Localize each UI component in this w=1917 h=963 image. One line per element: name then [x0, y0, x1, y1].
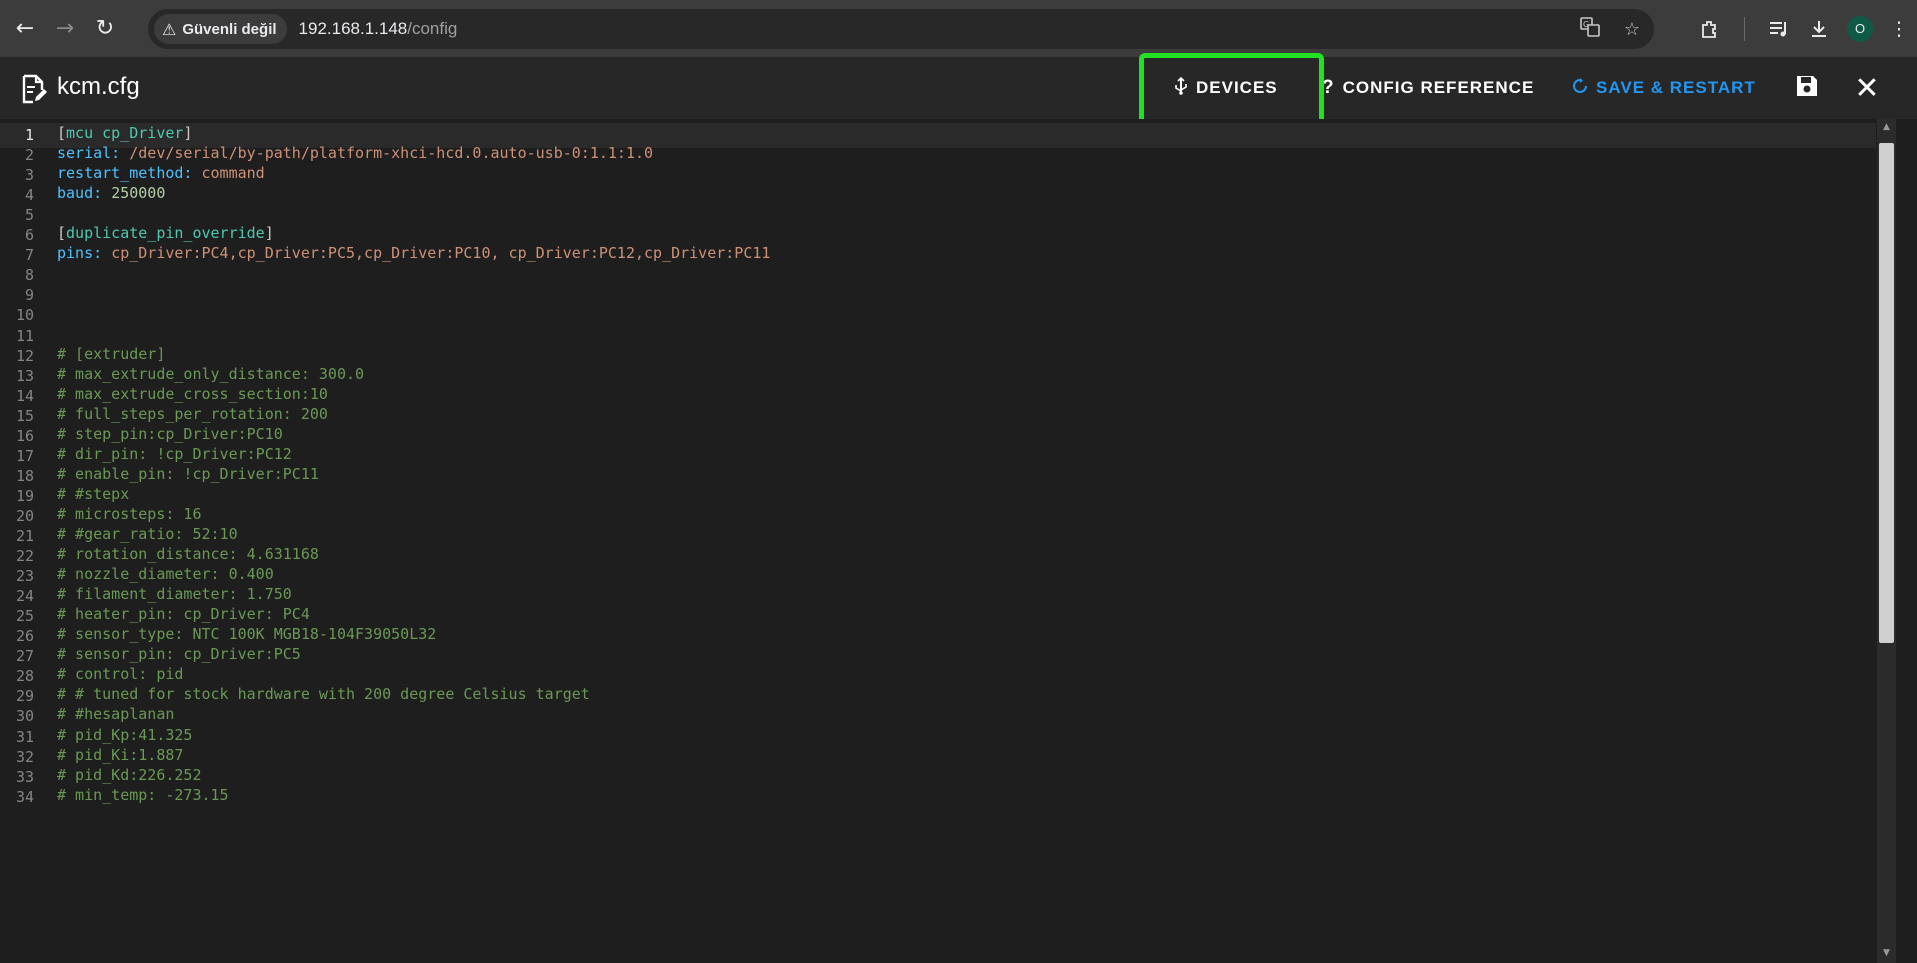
- address-bar[interactable]: ⚠ Güvenli değil 192.168.1.148/config G ☆: [148, 9, 1654, 49]
- security-label: Güvenli değil: [182, 20, 277, 38]
- browser-toolbar: ← → ↻ ⚠ Güvenli değil 192.168.1.148/conf…: [0, 0, 1917, 57]
- line-number-gutter: 1 2 3 4 5 6 7 8 9 10 11 12 13 14 15 16 17 18 19 20 21 22 23 24 2…: [0, 119, 48, 963]
- code-token: baud:: [57, 184, 112, 203]
- extensions-icon[interactable]: [1690, 19, 1730, 39]
- code-token: [: [57, 224, 67, 243]
- security-chip[interactable]: ⚠ Güvenli değil: [154, 14, 287, 44]
- code-token: # heater_pin: cp_Driver: PC4: [57, 605, 310, 624]
- code-token: # control: pid: [57, 665, 184, 684]
- code-token: # pid_Kd:226.252: [57, 765, 202, 784]
- code-token: # # tuned for stock hardware with 200 de…: [57, 685, 590, 704]
- code-token: # pid_Ki:1.887: [57, 745, 184, 764]
- close-icon: ✕: [1854, 70, 1880, 106]
- code-token: # #stepx: [57, 484, 130, 503]
- code-token: # #hesaplanan: [57, 705, 175, 724]
- code-token: # nozzle_diameter: 0.400: [57, 565, 274, 584]
- code-editor[interactable]: 1 2 3 4 5 6 7 8 9 10 11 12 13 14 15 16 17 18 19 20 21 22 23 24 2…: [0, 119, 1917, 963]
- media-queue-icon[interactable]: [1759, 20, 1799, 38]
- code-token: # filament_diameter: 1.750: [57, 585, 292, 604]
- url-text[interactable]: 192.168.1.148/config: [299, 19, 458, 39]
- menu-kebab-icon[interactable]: ⋮: [1881, 18, 1917, 40]
- scroll-up-arrow[interactable]: ▲: [1879, 122, 1894, 134]
- translate-icon[interactable]: G: [1580, 16, 1600, 42]
- code-token: duplicate_pin_override: [66, 224, 265, 243]
- code-token: # pid_Kp:41.325: [57, 725, 193, 744]
- back-button[interactable]: ←: [5, 9, 45, 49]
- devices-button[interactable]: DEVICES: [1174, 57, 1278, 119]
- scrollbar-thumb[interactable]: [1879, 143, 1894, 643]
- file-name: kcm.cfg: [57, 73, 140, 100]
- scroll-down-arrow[interactable]: ▼: [1879, 948, 1894, 960]
- url-path: /config: [407, 19, 458, 38]
- bookmark-star-icon[interactable]: ☆: [1624, 19, 1640, 40]
- config-reference-button[interactable]: ? CONFIG REFERENCE: [1322, 57, 1534, 119]
- code-token: /dev/serial/by-path/platform-xhci-hcd.0.…: [129, 144, 654, 163]
- save-restart-button[interactable]: SAVE & RESTART: [1572, 57, 1756, 119]
- code-content[interactable]: [mcu cp_Driver] serial: /dev/serial/by-pa…: [57, 119, 1877, 963]
- code-token: ]: [183, 124, 193, 142]
- warning-icon: ⚠: [162, 19, 177, 39]
- reload-button[interactable]: ↻: [85, 9, 125, 49]
- url-host: 192.168.1.148: [298, 19, 408, 38]
- code-token: # [extruder]: [57, 344, 166, 363]
- code-token: # step_pin:cp_Driver:PC10: [57, 424, 283, 443]
- code-token: ]: [264, 224, 274, 243]
- code-token: # max_extrude_only_distance: 300.0: [57, 364, 365, 383]
- profile-avatar[interactable]: O: [1847, 15, 1873, 42]
- usb-icon: [1174, 76, 1188, 100]
- save-button[interactable]: [1793, 74, 1821, 102]
- code-token: # #gear_ratio: 52:10: [57, 525, 238, 543]
- code-token: pins:: [57, 244, 112, 263]
- code-token: # min_temp: -273.15: [57, 785, 229, 804]
- arrow-left-icon: ←: [15, 16, 35, 41]
- restart-icon: [1572, 77, 1588, 99]
- code-line[interactable]: baud: 250000: [57, 181, 165, 206]
- forward-button[interactable]: →: [45, 9, 85, 49]
- close-button[interactable]: ✕: [1853, 71, 1881, 106]
- save-restart-label: SAVE & RESTART: [1596, 78, 1756, 97]
- code-token: restart_method:: [57, 164, 202, 183]
- file-edit-icon: [21, 74, 47, 104]
- download-icon[interactable]: [1799, 19, 1839, 39]
- code-token: serial:: [57, 144, 130, 163]
- code-token: [: [57, 124, 67, 142]
- code-line[interactable]: pins: cp_Driver:PC4,cp_Driver:PC5,cp_Dri…: [57, 241, 770, 266]
- config-reference-label: CONFIG REFERENCE: [1342, 78, 1535, 97]
- code-token: # sensor_pin: cp_Driver:PC5: [57, 645, 301, 664]
- code-token: 250000: [111, 184, 166, 203]
- code-token: # full_steps_per_rotation: 200: [57, 404, 328, 423]
- code-token: # rotation_distance: 4.631168: [57, 545, 319, 564]
- code-token: mcu cp_Driver: [66, 124, 184, 142]
- editor-toolbar: kcm.cfg DEVICES ? CONFIG REFERENCE SAVE …: [0, 57, 1917, 119]
- code-token: cp_Driver:PC4,cp_Driver:PC5,cp_Driver:PC…: [111, 244, 771, 263]
- arrow-right-icon: →: [55, 16, 75, 41]
- code-line[interactable]: # min_temp: -273.15: [57, 783, 229, 808]
- help-icon: ?: [1322, 77, 1335, 98]
- floppy-disk-icon: [1795, 74, 1819, 103]
- code-token: # max_extrude_cross_section:10: [57, 384, 328, 403]
- reload-icon: ↻: [95, 16, 115, 41]
- code-token: # sensor_type: NTC 100K MGB18-104F39050L…: [57, 625, 437, 644]
- toolbar-divider: [1744, 16, 1745, 41]
- devices-label: DEVICES: [1196, 78, 1278, 97]
- line-number: 34: [15, 787, 34, 806]
- svg-text:G: G: [1583, 20, 1589, 29]
- code-token: # dir_pin: !cp_Driver:PC12: [57, 444, 292, 463]
- code-token: command: [201, 164, 265, 183]
- code-token: # enable_pin: !cp_Driver:PC11: [57, 464, 319, 483]
- code-token: # microsteps: 16: [57, 504, 202, 523]
